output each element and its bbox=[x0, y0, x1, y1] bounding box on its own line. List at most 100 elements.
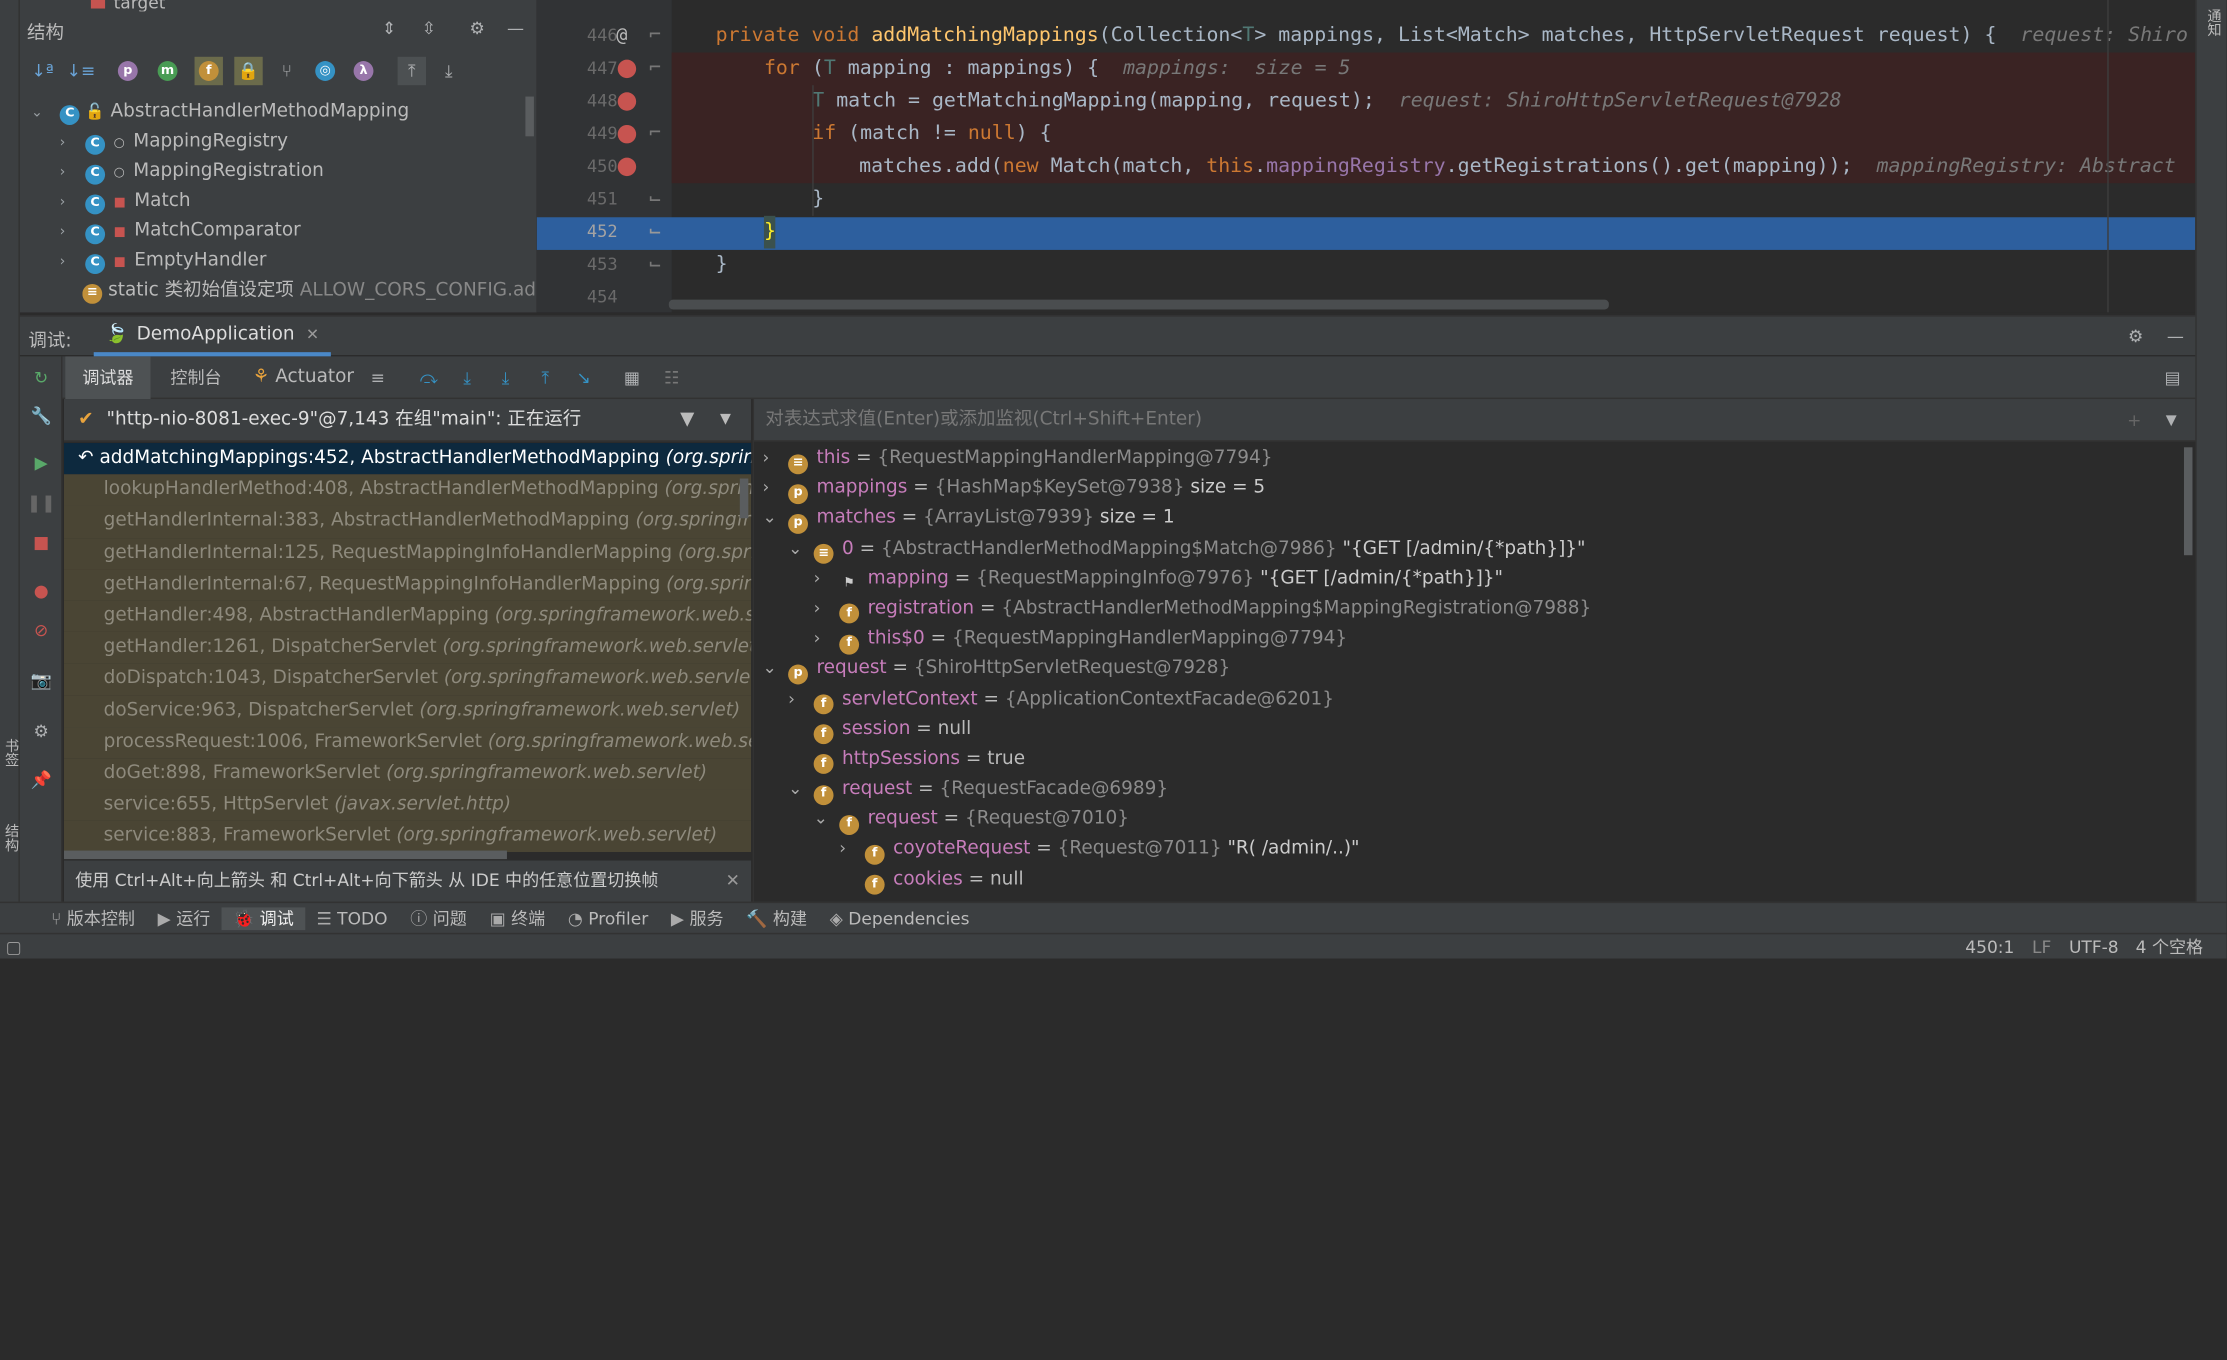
mute-breakpoints-icon[interactable]: ⊘ bbox=[30, 619, 53, 642]
add-watch-icon[interactable]: + bbox=[2123, 409, 2146, 432]
show-inherited-icon[interactable]: m bbox=[156, 60, 179, 83]
lambda-icon[interactable]: λ bbox=[352, 60, 375, 83]
tool-tab-profiler[interactable]: ◔ Profiler bbox=[557, 907, 660, 930]
session-tab[interactable]: 🍃 DemoApplication ✕ bbox=[93, 317, 331, 357]
tool-tab-todo[interactable]: ☰ TODO bbox=[305, 907, 399, 930]
variable-row[interactable]: ⌄ f request = {Request@7010} bbox=[754, 804, 2188, 835]
notifications-tab[interactable]: 通知 bbox=[2201, 9, 2222, 37]
show-non-public-icon[interactable]: 🔒 bbox=[234, 56, 263, 86]
line-separator[interactable]: LF bbox=[2032, 934, 2051, 960]
expand-arrow-icon[interactable]: ⌄ bbox=[763, 654, 783, 684]
filter-icon[interactable]: ▼ bbox=[680, 399, 694, 442]
stop-icon[interactable]: ■ bbox=[30, 531, 53, 554]
tree-item[interactable]: › C ○ MappingRegistration bbox=[54, 156, 324, 186]
stack-frame[interactable]: getHandler:498, AbstractHandlerMapping (… bbox=[63, 600, 752, 633]
evaluate-input[interactable]: 对表达式求值(Enter)或添加监视(Ctrl+Shift+Enter) bbox=[754, 399, 2196, 442]
run-to-cursor-icon[interactable]: ↘ bbox=[572, 366, 595, 389]
variable-row[interactable]: › ⚑ mapping = {RequestMappingInfo@7976} "{… bbox=[754, 563, 2188, 593]
tool-tab-terminal[interactable]: ▣ 终端 bbox=[478, 907, 556, 930]
stack-frame[interactable]: processRequest:1006, FrameworkServlet (o… bbox=[63, 726, 752, 759]
sort-alpha-icon[interactable]: ↓ª bbox=[31, 60, 54, 83]
tree-item[interactable]: › C ■ MatchComparator bbox=[54, 216, 301, 246]
variable-row[interactable]: › ≡ this = {RequestMappingHandlerMapping@7… bbox=[754, 443, 2188, 474]
expand-arrow-icon[interactable]: › bbox=[839, 834, 859, 864]
frames-hscrollbar[interactable] bbox=[63, 850, 507, 860]
minimize-icon[interactable]: — bbox=[2164, 325, 2187, 348]
tree-item[interactable]: › C ■ Match bbox=[54, 186, 191, 216]
stack-frame-current[interactable]: ↶ addMatchingMappings:452, AbstractHandl… bbox=[63, 443, 752, 475]
tool-tab-build[interactable]: 🔨 构建 bbox=[735, 907, 818, 930]
thread-selector[interactable]: ✔ "http-nio-8081-exec-9"@7,143 在组"main":… bbox=[63, 399, 752, 442]
tool-tab-problems[interactable]: ⓘ 问题 bbox=[399, 907, 478, 930]
tree-root[interactable]: ⌄ C 🔓 AbstractHandlerMethodMapping bbox=[28, 97, 409, 127]
structure-tab[interactable]: 结构 bbox=[0, 824, 20, 881]
close-tab-icon[interactable]: ✕ bbox=[306, 325, 319, 343]
collapse-all-icon[interactable]: ⇳ bbox=[417, 17, 440, 40]
variable-row[interactable]: f session = null bbox=[754, 714, 2188, 745]
variable-row[interactable]: › f registration = {AbstractHandlerMethodM… bbox=[754, 593, 2188, 625]
expand-arrow-icon[interactable]: › bbox=[814, 624, 834, 654]
show-fields-icon[interactable]: f bbox=[194, 56, 223, 86]
stack-frame[interactable]: doDispatch:1043, DispatcherServlet (org.… bbox=[63, 663, 752, 696]
code-editor[interactable]: 446 @ ⌐ private void addMatchingMappings(Co… bbox=[536, 0, 2196, 313]
sort-visibility-icon[interactable]: ↓≡ bbox=[67, 60, 96, 83]
variable-row[interactable]: f cookies = null bbox=[754, 864, 2188, 895]
breakpoint-icon[interactable] bbox=[617, 92, 637, 111]
expand-arrow-icon[interactable]: › bbox=[763, 443, 783, 473]
tab-console[interactable]: 控制台 bbox=[153, 356, 238, 399]
tree-item-target[interactable]: target bbox=[90, 0, 165, 11]
variable-row[interactable]: ⌄ p request = {ShiroHttpServletRequest@792… bbox=[754, 654, 2188, 685]
pause-icon[interactable]: ❚❚ bbox=[27, 491, 56, 514]
pin-icon[interactable]: 📌 bbox=[30, 768, 53, 791]
expand-arrow-icon[interactable]: ⌄ bbox=[788, 774, 808, 804]
variable-row[interactable]: f httpSessions = true bbox=[754, 744, 2188, 775]
tab-actuator[interactable]: ⚘ Actuator bbox=[244, 356, 362, 399]
override-marker-icon[interactable]: @ bbox=[616, 20, 627, 53]
breakpoint-icon[interactable] bbox=[617, 59, 637, 79]
settings-icon[interactable]: ⚙ bbox=[30, 720, 53, 743]
watch-menu-icon[interactable]: ▼ bbox=[2160, 409, 2183, 432]
stack-frame[interactable]: getHandlerInternal:67, RequestMappingInf… bbox=[63, 569, 752, 601]
variable-row[interactable]: ⌄ p matches = {ArrayList@7939} size = 1 bbox=[754, 503, 2188, 534]
stack-frame[interactable]: service:655, HttpServlet (javax.servlet.… bbox=[63, 789, 752, 822]
step-into-icon[interactable]: ⤓ bbox=[456, 366, 479, 389]
variable-row[interactable]: ⌄ ≡ 0 = {AbstractHandlerMethodMapping$Matc… bbox=[754, 533, 2188, 564]
expand-all-icon[interactable]: ⇕ bbox=[378, 17, 401, 40]
anonymous-classes-icon[interactable]: ◎ bbox=[314, 60, 337, 83]
close-hint-icon[interactable]: ✕ bbox=[726, 861, 740, 902]
minimize-icon[interactable]: — bbox=[504, 17, 527, 40]
trace-icon[interactable]: ☷ bbox=[660, 366, 683, 389]
expand-arrow-icon[interactable]: › bbox=[814, 593, 834, 623]
caret-position[interactable]: 450:1 bbox=[1965, 934, 2014, 960]
autoscroll-from-source-icon[interactable]: ⤓ bbox=[437, 60, 460, 83]
tool-tab-services[interactable]: ▶ 服务 bbox=[660, 907, 735, 930]
stack-frame[interactable]: getHandlerInternal:125, RequestMappingIn… bbox=[63, 537, 752, 570]
tab-debugger[interactable]: 调试器 bbox=[65, 356, 151, 400]
expand-arrow-icon[interactable]: ⌄ bbox=[763, 503, 783, 533]
expand-arrow-icon[interactable]: ⌄ bbox=[814, 804, 834, 834]
dropdown-icon[interactable]: ▼ bbox=[720, 399, 731, 442]
indent-setting[interactable]: 4 个空格 bbox=[2136, 934, 2203, 960]
breakpoint-icon[interactable] bbox=[617, 157, 637, 177]
gear-icon[interactable]: ⚙ bbox=[466, 17, 489, 40]
stack-frame[interactable]: getHandlerInternal:383, AbstractHandlerM… bbox=[63, 506, 752, 538]
file-encoding[interactable]: UTF-8 bbox=[2069, 934, 2119, 960]
tree-item[interactable]: › C ○ MappingRegistry bbox=[54, 126, 288, 156]
gear-icon[interactable]: ⚙ bbox=[2124, 325, 2147, 348]
editor-hscrollbar[interactable] bbox=[668, 299, 1609, 310]
expand-arrow-icon[interactable]: › bbox=[814, 563, 834, 593]
stack-frame[interactable]: service:883, FrameworkServlet (org.sprin… bbox=[63, 821, 752, 853]
stack-frame[interactable]: doGet:898, FrameworkServlet (org.springf… bbox=[63, 758, 752, 790]
camera-icon[interactable]: 📷 bbox=[30, 669, 53, 692]
tool-tab-run[interactable]: ▶ 运行 bbox=[146, 907, 221, 930]
step-out-icon[interactable]: ⤒ bbox=[534, 366, 557, 389]
stack-frame[interactable]: getHandler:1261, DispatcherServlet (org.… bbox=[63, 632, 752, 664]
variable-row[interactable]: › f this$0 = {RequestMappingHandlerMapping… bbox=[754, 624, 2188, 655]
evaluate-expression-icon[interactable]: ▦ bbox=[621, 366, 644, 389]
expand-arrow-icon[interactable]: ⌄ bbox=[788, 533, 808, 563]
autoscroll-to-source-icon[interactable]: ⤒ bbox=[397, 56, 426, 86]
toggle-tool-windows-icon[interactable]: ▢ bbox=[6, 934, 22, 960]
expand-arrow-icon[interactable]: › bbox=[763, 473, 783, 503]
structure-scrollbar[interactable] bbox=[525, 96, 534, 137]
force-step-into-icon[interactable]: ⤓ bbox=[494, 366, 517, 389]
